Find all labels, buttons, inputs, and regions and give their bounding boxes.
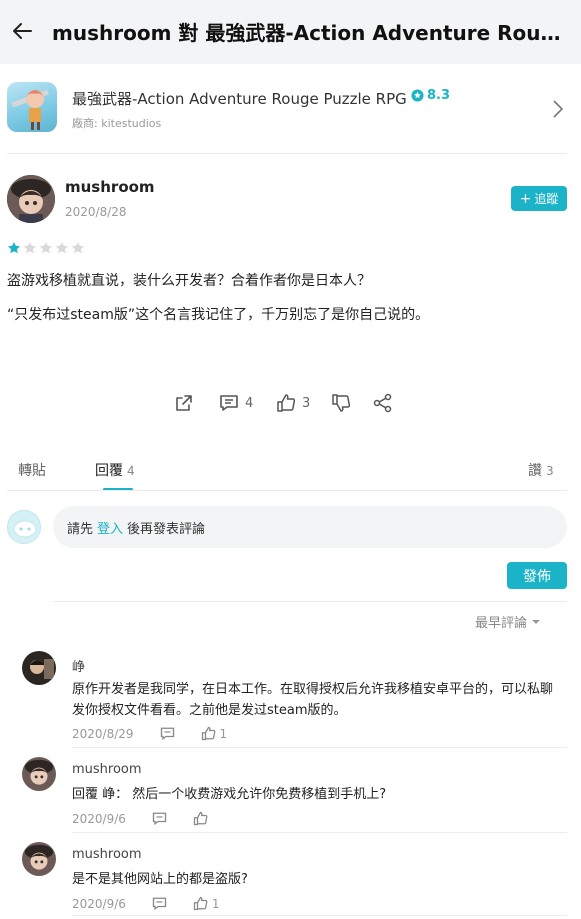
publish-button[interactable]: 發佈 xyxy=(507,562,567,589)
post-author-name[interactable]: mushroom xyxy=(65,178,155,196)
thumbs-up-icon xyxy=(277,394,296,412)
tab-likes-label: 讚 xyxy=(528,463,542,479)
sort-label: 最早評論 xyxy=(475,616,528,631)
app-rating-value: 8.3 xyxy=(427,88,451,103)
reply-meta: 2020/9/6 1 xyxy=(72,896,220,911)
star-rating xyxy=(7,241,85,255)
reply-text: 回覆 峥： 然后一个收费游戏允许你免费移植到手机上? xyxy=(72,787,387,802)
star-empty-icon xyxy=(40,242,52,254)
top-bar: mushroom 對 最強武器-Action Adventure Rouge P… xyxy=(0,0,581,64)
star-empty-icon xyxy=(56,242,68,254)
post-date: 2020/8/28 xyxy=(65,205,127,219)
comment-icon xyxy=(152,897,167,911)
divider xyxy=(53,601,567,602)
share-icon xyxy=(373,393,392,413)
external-link-button[interactable] xyxy=(174,393,194,413)
comment-icon xyxy=(220,395,238,411)
reply-like-button[interactable]: 1 xyxy=(193,896,220,911)
thumbs-up-icon xyxy=(193,811,208,826)
tab-repost[interactable]: 轉貼 xyxy=(18,460,46,480)
app-icon xyxy=(7,82,57,132)
reply-date: 2020/8/29 xyxy=(72,726,134,741)
reply-comment-button[interactable] xyxy=(160,726,175,741)
reply-date: 2020/9/6 xyxy=(72,811,126,826)
thumbs-up-icon xyxy=(201,726,215,741)
tab-likes[interactable]: 讚3 xyxy=(528,460,554,480)
reply-like-button[interactable]: 1 xyxy=(201,726,228,741)
comment-count: 4 xyxy=(245,395,254,411)
star-filled-icon xyxy=(8,242,20,254)
reply-avatar[interactable] xyxy=(22,757,56,791)
tab-likes-count: 3 xyxy=(546,464,554,478)
star-empty-icon xyxy=(72,242,84,254)
reply-meta: 2020/8/29 1 xyxy=(72,726,227,741)
comment-icon xyxy=(160,727,174,741)
app-rating: 8.3 xyxy=(411,88,450,103)
divider xyxy=(7,153,567,154)
like-count: 3 xyxy=(302,395,311,411)
chevron-right-icon xyxy=(552,99,564,123)
reply-date: 2020/9/6 xyxy=(72,896,126,911)
like-button[interactable]: 3 xyxy=(276,393,310,413)
divider xyxy=(72,915,567,916)
reply-like-count: 1 xyxy=(211,896,220,911)
reply-text: 原作开发者是我同学，在日本工作。在取得授权后允许我移植安卓平台的，可以私聊发你授… xyxy=(72,682,554,718)
post-body: 盗游戏移植就直说，装什么开发者？合着作者你是日本人？ “只发布过steam版”这… xyxy=(7,270,567,338)
divider xyxy=(7,490,567,491)
reply-avatar[interactable] xyxy=(22,842,56,876)
comment-prompt-prefix: 請先 xyxy=(67,521,94,537)
post-actions: 4 3 xyxy=(0,393,581,419)
comment-icon xyxy=(152,812,167,826)
post-paragraph: “只发布过steam版”这个名言我记住了，千万别忘了是你自己说的。 xyxy=(7,307,430,323)
reply-meta: 2020/9/6 xyxy=(72,811,212,826)
rating-badge-icon xyxy=(411,89,424,102)
reply-like-count: 1 xyxy=(219,726,228,741)
tab-reply[interactable]: 回覆 4 xyxy=(95,460,135,480)
thumbs-down-icon xyxy=(332,394,351,412)
app-name: 最強武器-Action Adventure Rouge Puzzle RPG xyxy=(72,90,407,108)
follow-button-label: 追蹤 xyxy=(534,192,559,206)
dislike-button[interactable] xyxy=(331,393,351,413)
reply-author[interactable]: mushroom xyxy=(72,762,142,777)
reply-comment-button[interactable] xyxy=(152,896,167,911)
comment-input[interactable]: 請先 登入 後再發表評論 xyxy=(53,506,567,548)
reply-comment-button[interactable] xyxy=(152,811,167,826)
thumbs-up-icon xyxy=(193,896,208,911)
follow-button[interactable]: + 追蹤 xyxy=(511,186,567,211)
share-button[interactable] xyxy=(373,393,393,413)
tab-repost-label: 轉貼 xyxy=(18,463,46,479)
app-developer: 廠商: kitestudios xyxy=(72,117,162,130)
arrow-left-icon xyxy=(13,23,32,39)
author-avatar[interactable] xyxy=(7,175,55,223)
divider xyxy=(72,747,567,748)
sort-dropdown[interactable]: 最早評論 xyxy=(475,612,541,631)
user-avatar xyxy=(7,510,41,544)
post-paragraph: 盗游戏移植就直说，装什么开发者？合着作者你是日本人？ xyxy=(7,273,371,289)
reply-text: 是不是其他网站上的都是盗版? xyxy=(72,872,248,887)
comment-button[interactable]: 4 xyxy=(219,393,253,413)
caret-down-icon xyxy=(532,619,541,624)
reply-author[interactable]: mushroom xyxy=(72,847,142,862)
page-title: mushroom 對 最強武器-Action Adventure Rouge P… xyxy=(52,21,572,45)
comment-prompt-suffix: 後再發表評論 xyxy=(127,521,206,537)
back-button[interactable] xyxy=(8,16,38,46)
tab-reply-count: 4 xyxy=(127,464,135,478)
login-link[interactable]: 登入 xyxy=(97,518,123,537)
plus-icon: + xyxy=(519,190,532,207)
app-card[interactable]: 最強武器-Action Adventure Rouge Puzzle RPG 8… xyxy=(7,82,567,138)
reply-author[interactable]: 峥 xyxy=(72,656,85,675)
star-empty-icon xyxy=(24,242,36,254)
divider xyxy=(72,832,567,833)
reply-avatar[interactable] xyxy=(22,651,56,685)
tab-reply-label: 回覆 xyxy=(95,463,123,479)
reply-like-button[interactable] xyxy=(193,811,212,826)
external-link-icon xyxy=(176,395,192,411)
